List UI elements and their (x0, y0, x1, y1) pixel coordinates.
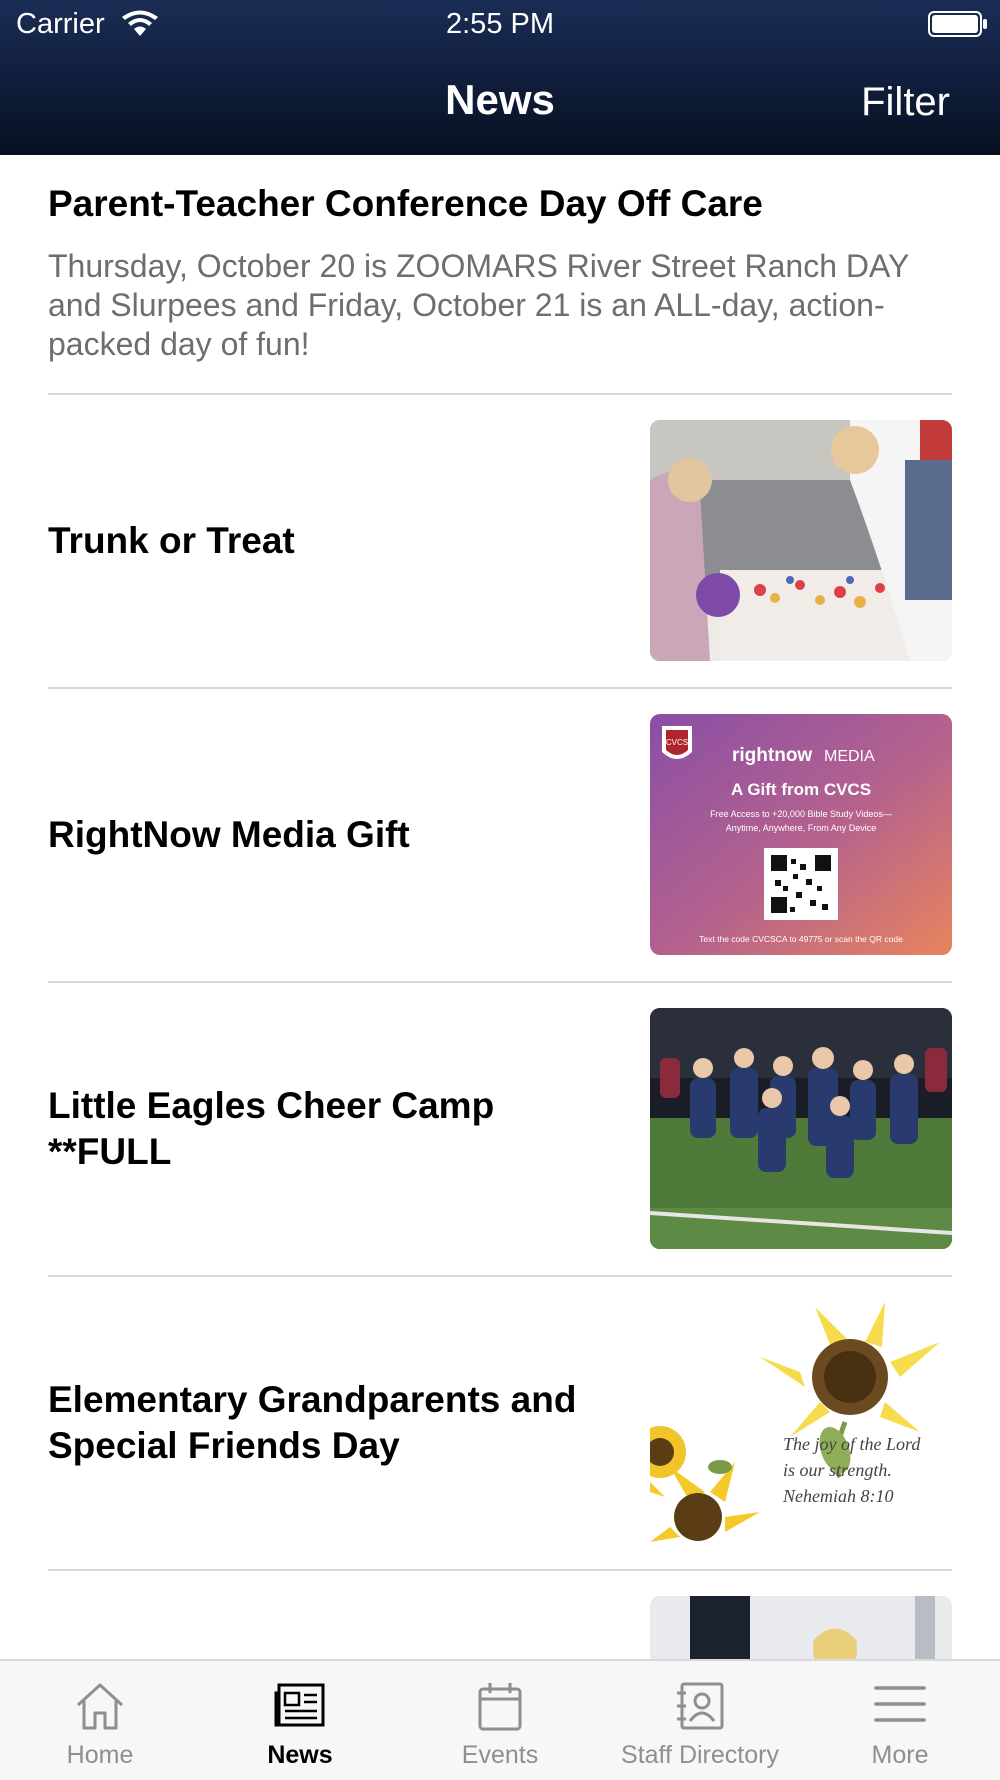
tab-label: More (871, 1741, 929, 1769)
page-title: News (445, 76, 555, 123)
tab-label: Events (461, 1741, 539, 1769)
tab-bar: Home News Events Staff Directory More (0, 1659, 1000, 1780)
verse-reference: Nehemiah 8:10 (782, 1486, 893, 1506)
contact-book-icon (677, 1682, 724, 1730)
brand-text: rightnow (732, 745, 812, 766)
news-item-grandparents-day[interactable]: Elementary Grandparents and Special Frie… (0, 1277, 1000, 1569)
badge-text: CVCS (666, 738, 688, 747)
featured-news-item[interactable]: Parent-Teacher Conference Day Off Care T… (48, 155, 952, 364)
news-thumbnail (650, 1596, 952, 1659)
status-bar: Carrier 2:55 PM (0, 0, 1000, 50)
verse-line-2: is our strength. (783, 1460, 892, 1480)
tab-label: News (267, 1741, 333, 1769)
verse-line-1: The joy of the Lord (783, 1434, 921, 1454)
tab-more[interactable]: More (800, 1661, 1000, 1780)
tab-label: Staff Directory (621, 1741, 779, 1769)
tab-staff-directory[interactable]: Staff Directory (600, 1661, 800, 1780)
tab-events[interactable]: Events (400, 1661, 600, 1780)
featured-title: Parent-Teacher Conference Day Off Care (48, 183, 763, 224)
status-time: 2:55 PM (446, 8, 554, 40)
newspaper-icon (274, 1683, 325, 1727)
news-item-title: Little Eagles Cheer Camp **FULL (48, 1085, 495, 1172)
featured-summary: Thursday, October 20 is ZOOMARS River St… (48, 248, 909, 362)
photo-partial (650, 1596, 952, 1659)
card-footer: Text the code CVCSCA to 49775 or scan th… (699, 934, 903, 944)
brand-suffix: MEDIA (824, 748, 875, 765)
home-icon (76, 1683, 124, 1730)
news-thumbnail (650, 1008, 952, 1249)
filter-button[interactable]: Filter (861, 80, 950, 125)
news-thumbnail: The joy of the Lord is our strength. Neh… (650, 1302, 952, 1543)
news-item-title: Trunk or Treat (48, 520, 295, 561)
battery-icon (928, 11, 987, 37)
news-item-title: RightNow Media Gift (48, 814, 410, 855)
card-headline: A Gift from CVCS (731, 780, 871, 799)
tab-news[interactable]: News (200, 1661, 400, 1780)
news-item-title: Elementary Grandparents and Special Frie… (48, 1379, 577, 1466)
navigation-header: Carrier 2:55 PM News Filter (0, 0, 1000, 155)
tab-label: Home (66, 1741, 134, 1769)
news-thumbnail: CVCS rightnow MEDIA A Gift from CVCS Fre… (650, 714, 952, 955)
news-item-trunk-or-treat[interactable]: Trunk or Treat (0, 395, 1000, 687)
menu-icon (874, 1686, 926, 1722)
news-item-rightnow-media[interactable]: RightNow Media Gift CVCS rightnow MEDIA … (0, 689, 1000, 981)
photo-halloween-candy (650, 420, 952, 661)
news-list[interactable]: Parent-Teacher Conference Day Off Care T… (0, 155, 1000, 1659)
tab-home[interactable]: Home (0, 1661, 200, 1780)
news-item-partial[interactable] (0, 1571, 1000, 1659)
sunflower-verse-card: The joy of the Lord is our strength. Neh… (650, 1302, 952, 1543)
card-line-1: Free Access to +20,000 Bible Study Video… (710, 809, 892, 819)
photo-cheer-camp (650, 1008, 952, 1249)
calendar-icon (478, 1683, 522, 1731)
rightnow-media-card: CVCS rightnow MEDIA A Gift from CVCS Fre… (650, 714, 952, 955)
news-item-cheer-camp[interactable]: Little Eagles Cheer Camp **FULL (0, 983, 1000, 1275)
card-line-2: Anytime, Anywhere, From Any Device (726, 823, 877, 833)
news-thumbnail (650, 420, 952, 661)
